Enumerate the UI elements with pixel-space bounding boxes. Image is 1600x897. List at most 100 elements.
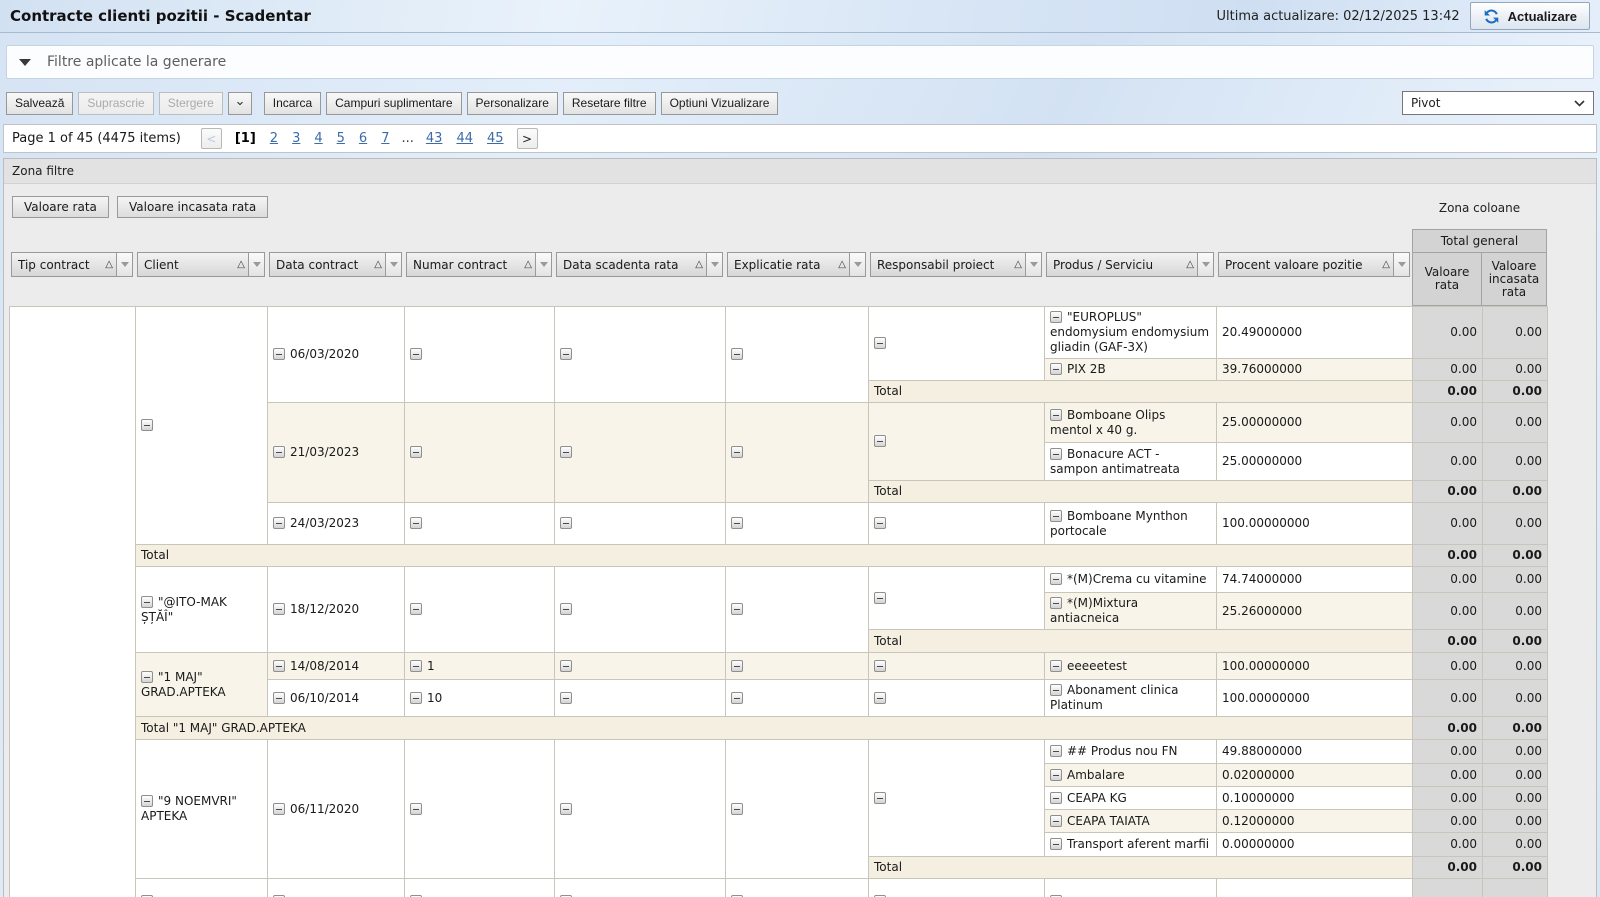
page-link-43[interactable]: 43 — [426, 131, 443, 146]
collapse-icon[interactable] — [273, 692, 285, 704]
cell-pct: 49.88000000 — [1217, 740, 1413, 764]
collapse-icon[interactable] — [141, 419, 153, 431]
collapse-icon[interactable] — [731, 348, 743, 360]
page-link-3[interactable]: 3 — [292, 131, 300, 146]
collapse-icon[interactable] — [874, 660, 886, 672]
toolbar-button-optiuni-vizualizare[interactable]: Optiuni Vizualizare — [661, 92, 779, 115]
collapse-icon[interactable] — [560, 446, 572, 458]
toolbar-dropdown-button[interactable] — [228, 92, 252, 115]
toolbar-button-incarca[interactable]: Incarca — [264, 92, 321, 115]
collapse-icon[interactable] — [1050, 448, 1062, 460]
collapse-icon[interactable] — [410, 517, 422, 529]
filter-dropdown-button[interactable] — [849, 253, 865, 276]
toolbar-button-campuri-suplimentare[interactable]: Campuri suplimentare — [326, 92, 461, 115]
toolbar-button-personalizare[interactable]: Personalizare — [467, 92, 558, 115]
collapse-icon[interactable] — [410, 446, 422, 458]
collapse-icon[interactable] — [560, 660, 572, 672]
collapse-icon[interactable] — [1050, 409, 1062, 421]
collapse-icon[interactable] — [273, 660, 285, 672]
filter-chip-valoare-incasata-rata[interactable]: Valoare incasata rata — [117, 196, 268, 218]
column-header-produs-serviciu[interactable]: Produs / Serviciu △ — [1046, 252, 1214, 277]
collapse-icon[interactable] — [273, 446, 285, 458]
collapse-icon[interactable] — [1050, 573, 1062, 585]
collapse-icon[interactable] — [410, 348, 422, 360]
cell-v: 0.00 — [1483, 787, 1548, 810]
collapse-icon[interactable] — [874, 692, 886, 704]
collapse-icon[interactable] — [141, 596, 153, 608]
column-header-numar-contract[interactable]: Numar contract △ — [406, 252, 552, 277]
filter-chip-valoare-rata[interactable]: Valoare rata — [12, 196, 109, 218]
page-link-45[interactable]: 45 — [487, 131, 504, 146]
collapse-icon[interactable] — [1050, 792, 1062, 804]
collapse-icon[interactable] — [560, 603, 572, 615]
collapse-icon[interactable] — [560, 517, 572, 529]
collapse-icon[interactable] — [731, 446, 743, 458]
toolbar-button-resetare-filtre[interactable]: Resetare filtre — [563, 92, 656, 115]
collapse-icon[interactable] — [731, 517, 743, 529]
prev-page-button[interactable]: < — [201, 128, 222, 149]
collapse-icon[interactable] — [731, 603, 743, 615]
collapse-icon[interactable] — [1050, 684, 1062, 696]
collapse-icon[interactable] — [1050, 597, 1062, 609]
collapse-icon[interactable] — [874, 792, 886, 804]
toolbar-button-salveaz[interactable]: Salvează — [6, 92, 73, 115]
total-general-header: Total general — [1412, 229, 1547, 253]
filter-dropdown-button[interactable] — [248, 253, 264, 276]
collapse-icon[interactable] — [273, 517, 285, 529]
collapse-icon[interactable] — [560, 348, 572, 360]
page-link-4[interactable]: 4 — [314, 131, 322, 146]
collapse-icon[interactable] — [1050, 660, 1062, 672]
column-header-client[interactable]: Client △ — [137, 252, 265, 277]
collapse-icon[interactable] — [560, 692, 572, 704]
page-link-6[interactable]: 6 — [359, 131, 367, 146]
collapse-icon[interactable] — [273, 803, 285, 815]
next-page-button[interactable]: > — [517, 128, 538, 149]
collapse-icon[interactable] — [731, 692, 743, 704]
filter-dropdown-button[interactable] — [385, 253, 401, 276]
filter-dropdown-button[interactable] — [1197, 253, 1213, 276]
filter-dropdown-button[interactable] — [116, 253, 132, 276]
collapse-icon[interactable] — [874, 435, 886, 447]
toolbar-button-stergere[interactable]: Stergere — [159, 92, 223, 115]
collapse-icon[interactable] — [1050, 745, 1062, 757]
column-header-data-scadenta-rata[interactable]: Data scadenta rata △ — [556, 252, 723, 277]
collapse-icon[interactable] — [1050, 838, 1062, 850]
column-header-procent-valoare-pozitie[interactable]: Procent valoare pozitie △ — [1218, 252, 1410, 277]
filter-dropdown-button[interactable] — [706, 253, 722, 276]
collapse-icon[interactable] — [874, 517, 886, 529]
filter-dropdown-button[interactable] — [1025, 253, 1041, 276]
collapse-icon[interactable] — [410, 803, 422, 815]
collapse-icon[interactable] — [874, 592, 886, 604]
collapse-icon[interactable] — [1050, 769, 1062, 781]
column-header-explicatie-rata[interactable]: Explicatie rata △ — [727, 252, 866, 277]
collapse-icon[interactable] — [731, 803, 743, 815]
collapse-icon[interactable] — [1050, 311, 1062, 323]
collapse-icon[interactable] — [1050, 363, 1062, 375]
page-link-5[interactable]: 5 — [337, 131, 345, 146]
page-link-44[interactable]: 44 — [456, 131, 473, 146]
view-mode-select[interactable]: Pivot — [1402, 91, 1594, 115]
collapse-icon[interactable] — [1050, 815, 1062, 827]
collapse-icon[interactable] — [141, 795, 153, 807]
filters-collapse-panel[interactable]: Filtre aplicate la generare — [6, 45, 1594, 79]
filter-dropdown-button[interactable] — [535, 253, 551, 276]
column-header-tip-contract[interactable]: Tip contract △ — [11, 252, 133, 277]
collapse-icon[interactable] — [410, 692, 422, 704]
collapse-icon[interactable] — [560, 803, 572, 815]
refresh-button[interactable]: Actualizare — [1470, 2, 1590, 30]
column-header-data-contract[interactable]: Data contract △ — [269, 252, 402, 277]
page-link-7[interactable]: 7 — [381, 131, 389, 146]
collapse-arrow-icon[interactable] — [19, 59, 31, 66]
collapse-icon[interactable] — [141, 671, 153, 683]
collapse-icon[interactable] — [731, 660, 743, 672]
collapse-icon[interactable] — [410, 660, 422, 672]
toolbar-button-suprascrie[interactable]: Suprascrie — [78, 92, 153, 115]
collapse-icon[interactable] — [1050, 510, 1062, 522]
column-header-responsabil-proiect[interactable]: Responsabil proiect △ — [870, 252, 1042, 277]
collapse-icon[interactable] — [273, 603, 285, 615]
collapse-icon[interactable] — [273, 348, 285, 360]
collapse-icon[interactable] — [410, 603, 422, 615]
filter-dropdown-button[interactable] — [1393, 253, 1409, 276]
page-link-2[interactable]: 2 — [270, 131, 278, 146]
collapse-icon[interactable] — [874, 337, 886, 349]
